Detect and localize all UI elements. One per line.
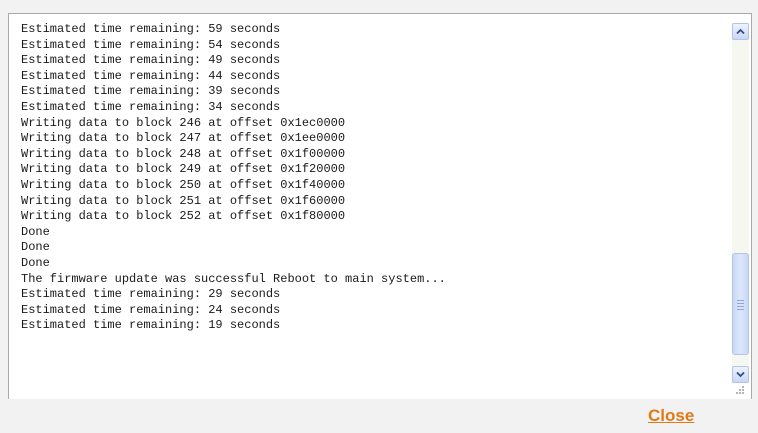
log-line: Estimated time remaining: 24 seconds — [21, 302, 281, 317]
log-line: Writing data to block 250 at offset 0x1f… — [21, 177, 346, 192]
log-output: Estimated time remaining: 59 seconds Esti… — [21, 22, 446, 334]
log-textarea[interactable]: Estimated time remaining: 59 seconds Esti… — [8, 13, 752, 399]
chevron-up-icon — [736, 28, 745, 35]
scroll-down-button[interactable] — [732, 366, 749, 383]
log-line: Done — [21, 240, 50, 255]
log-line: Estimated time remaining: 44 seconds — [21, 68, 281, 83]
chevron-down-icon — [736, 371, 745, 378]
log-line: Writing data to block 249 at offset 0x1f… — [21, 162, 346, 177]
log-line: Writing data to block 246 at offset 0x1e… — [21, 115, 346, 130]
log-line: Estimated time remaining: 59 seconds — [21, 22, 281, 36]
resize-grip-icon[interactable] — [735, 385, 745, 395]
log-line: Estimated time remaining: 39 seconds — [21, 84, 281, 99]
scroll-thumb-grip — [737, 299, 744, 312]
log-line: Writing data to block 247 at offset 0x1e… — [21, 131, 346, 146]
log-line: Done — [21, 255, 50, 270]
log-line: The firmware update was successful Reboo… — [21, 271, 446, 286]
firmware-update-dialog: Estimated time remaining: 59 seconds Esti… — [0, 0, 758, 433]
log-line: Estimated time remaining: 19 seconds — [21, 318, 281, 333]
log-line: Done — [21, 224, 50, 239]
log-line: Writing data to block 248 at offset 0x1f… — [21, 146, 346, 161]
scroll-up-button[interactable] — [732, 23, 749, 40]
close-link[interactable]: Close — [648, 406, 694, 426]
log-line: Writing data to block 252 at offset 0x1f… — [21, 209, 346, 224]
log-line: Estimated time remaining: 49 seconds — [21, 53, 281, 68]
scroll-thumb[interactable] — [732, 252, 749, 355]
log-line: Writing data to block 251 at offset 0x1f… — [21, 193, 346, 208]
log-line: Estimated time remaining: 29 seconds — [21, 287, 281, 302]
log-line: Estimated time remaining: 34 seconds — [21, 99, 281, 114]
vertical-scrollbar[interactable] — [732, 23, 749, 383]
log-line: Estimated time remaining: 54 seconds — [21, 37, 281, 52]
